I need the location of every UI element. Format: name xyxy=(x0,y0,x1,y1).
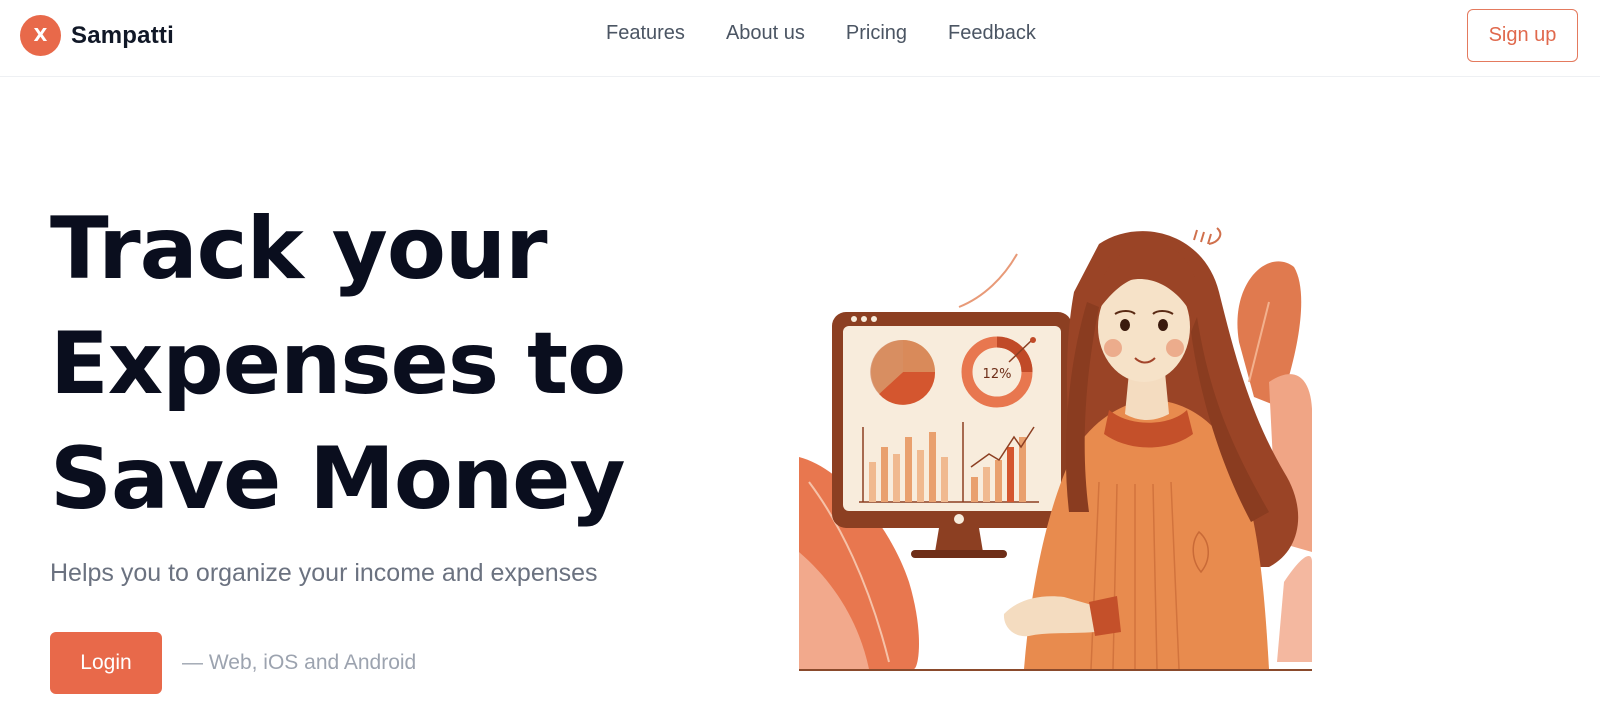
logo-icon: X xyxy=(20,15,61,56)
monitor-icon: 12% xyxy=(832,312,1072,558)
hero-title: Track your Expenses to Save Money xyxy=(50,192,730,537)
hero-illustration: 12% xyxy=(799,227,1312,671)
leaf-shape xyxy=(1277,556,1312,662)
hero-title-line: Save Money xyxy=(50,429,626,529)
login-button[interactable]: Login xyxy=(50,632,162,694)
nav-link-about-us[interactable]: About us xyxy=(726,22,805,45)
nav-link-features[interactable]: Features xyxy=(606,22,685,45)
ground-line xyxy=(799,669,1312,671)
nav-link-feedback[interactable]: Feedback xyxy=(948,22,1036,45)
platforms-note: — Web, iOS and Android xyxy=(182,651,417,674)
brand-name: Sampatti xyxy=(71,21,174,49)
hero-subtitle: Helps you to organize your income and ex… xyxy=(50,559,598,587)
donut-percent: 12% xyxy=(983,367,1012,382)
nav-link-pricing[interactable]: Pricing xyxy=(846,22,907,45)
hero-title-line: Track your xyxy=(50,199,548,299)
main-nav: Features About us Pricing Feedback xyxy=(606,22,1036,45)
brand[interactable]: X Sampatti xyxy=(20,15,174,56)
signup-button[interactable]: Sign up xyxy=(1467,9,1578,62)
navbar: X Sampatti Features About us Pricing Fee… xyxy=(0,0,1600,77)
hero-title-line: Expenses to xyxy=(50,314,626,414)
